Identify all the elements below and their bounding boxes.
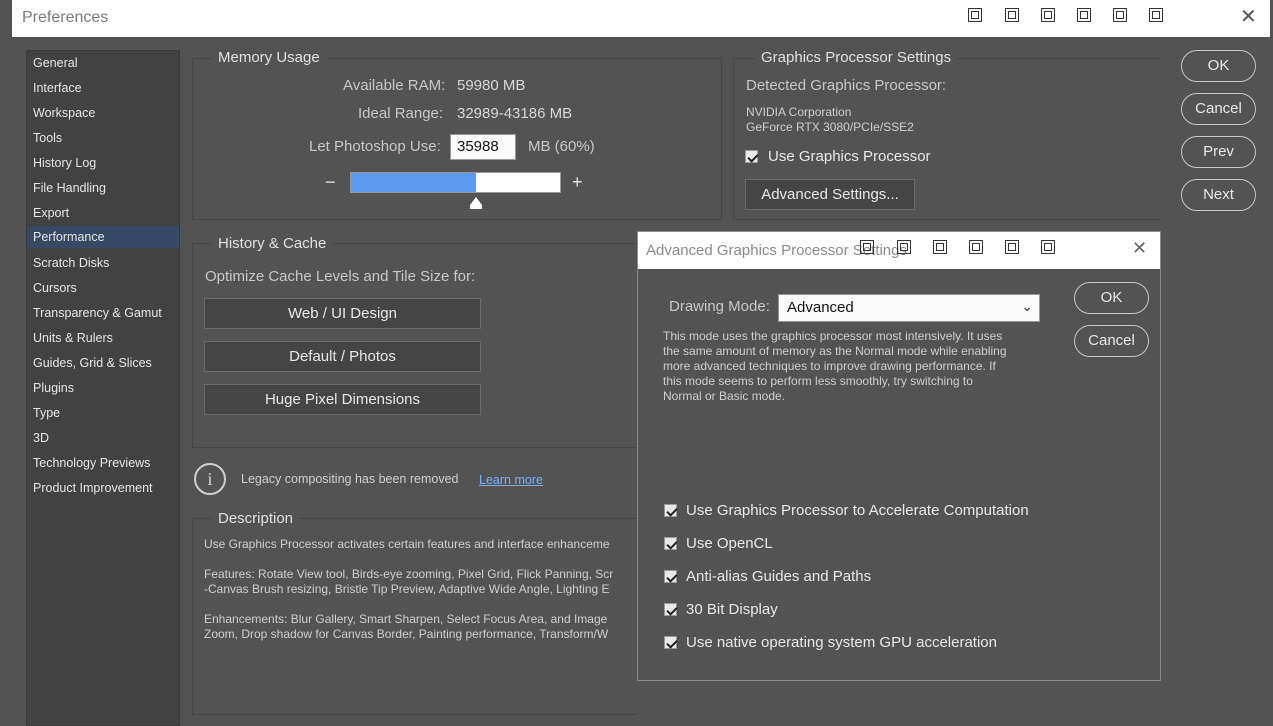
sidebar-item-workspace[interactable]: Workspace: [27, 102, 179, 124]
advanced-dialog-title-bar: Advanced Graphics Processor Settings ✕: [638, 232, 1160, 269]
description-line: Zoom, Drop shadow for Canvas Border, Pai…: [204, 627, 609, 641]
description-title: Description: [212, 510, 300, 527]
memory-usage-title: Memory Usage: [212, 49, 326, 66]
drawing-mode-value: Advanced: [787, 299, 854, 316]
default-photos-button[interactable]: Default / Photos: [204, 341, 481, 372]
decrease-memory-button[interactable]: −: [325, 172, 336, 193]
window-icon[interactable]: [1113, 8, 1127, 22]
use-gpu-label: Use Graphics Processor: [768, 148, 931, 165]
ideal-range-label: Ideal Range:: [358, 105, 444, 122]
drawing-mode-select[interactable]: Advanced ⌄: [778, 294, 1040, 322]
chevron-down-icon: ⌄: [1021, 298, 1033, 314]
advanced-settings-button[interactable]: Advanced Settings...: [745, 179, 915, 210]
title-bar: Preferences ✕: [12, 0, 1270, 37]
description-text: Use Graphics Processor activates certain…: [204, 537, 637, 667]
cancel-button[interactable]: Cancel: [1181, 93, 1256, 125]
sidebar-item-cursors[interactable]: Cursors: [27, 277, 179, 299]
info-icon: i: [194, 463, 226, 495]
window-title: Preferences: [22, 9, 109, 26]
use-opencl-label: Use OpenCL: [686, 535, 773, 552]
window-icon[interactable]: [933, 240, 947, 254]
sidebar-item-product-improvement[interactable]: Product Improvement: [27, 477, 179, 499]
memory-slider[interactable]: [350, 172, 561, 193]
sidebar-item-interface[interactable]: Interface: [27, 77, 179, 99]
memory-slider-thumb[interactable]: [470, 197, 482, 205]
description-line: This mode uses the graphics processor mo…: [663, 329, 1003, 343]
window-icon[interactable]: [1149, 8, 1163, 22]
description-line: Enhancements: Blur Gallery, Smart Sharpe…: [204, 612, 608, 626]
learn-more-link[interactable]: Learn more: [479, 473, 543, 487]
sidebar-item-performance[interactable]: Performance: [27, 226, 179, 248]
use-gpu-checkbox[interactable]: [745, 150, 758, 163]
sidebar-item-history-log[interactable]: History Log: [27, 152, 179, 174]
window-icon[interactable]: [897, 240, 911, 254]
web-ui-design-button[interactable]: Web / UI Design: [204, 298, 481, 329]
gpu-model: GeForce RTX 3080/PCIe/SSE2: [746, 120, 914, 134]
memory-use-input[interactable]: 35988: [450, 134, 516, 160]
description-line: more advanced techniques to improve draw…: [663, 359, 996, 373]
history-cache-title: History & Cache: [212, 235, 333, 252]
sidebar-item-3d[interactable]: 3D: [27, 427, 179, 449]
description-line: -Canvas Brush resizing, Bristle Tip Prev…: [204, 582, 610, 596]
advanced-ok-button[interactable]: OK: [1074, 282, 1149, 314]
preferences-sidebar: General Interface Workspace Tools Histor…: [26, 50, 180, 726]
anti-alias-checkbox[interactable]: [664, 570, 677, 583]
30-bit-display-checkbox[interactable]: [664, 603, 677, 616]
ok-button[interactable]: OK: [1181, 50, 1256, 82]
sidebar-item-export[interactable]: Export: [27, 202, 179, 224]
window-icon[interactable]: [1041, 240, 1055, 254]
30-bit-display-label: 30 Bit Display: [686, 601, 778, 618]
sidebar-item-scratch-disks[interactable]: Scratch Disks: [27, 252, 179, 274]
description-line: this mode seems to perform less smoothly…: [663, 374, 973, 388]
legacy-compositing-text: Legacy compositing has been removed: [241, 472, 459, 486]
description-line: Normal or Basic mode.: [663, 389, 786, 403]
photoshop-use-label: Let Photoshop Use:: [309, 138, 441, 155]
increase-memory-button[interactable]: +: [572, 172, 583, 193]
available-ram-label: Available RAM:: [343, 77, 446, 94]
accelerate-computation-label: Use Graphics Processor to Accelerate Com…: [686, 502, 1029, 519]
prev-button[interactable]: Prev: [1181, 136, 1256, 168]
use-opencl-checkbox[interactable]: [664, 537, 677, 550]
close-icon[interactable]: ✕: [1240, 6, 1257, 28]
accelerate-computation-checkbox[interactable]: [664, 504, 677, 517]
window-icon[interactable]: [1077, 8, 1091, 22]
sidebar-item-type[interactable]: Type: [27, 402, 179, 424]
window-icon[interactable]: [860, 240, 874, 254]
huge-pixel-dimensions-button[interactable]: Huge Pixel Dimensions: [204, 384, 481, 415]
memory-use-unit: MB (60%): [528, 138, 595, 155]
detected-gpu-label: Detected Graphics Processor:: [746, 77, 947, 94]
sidebar-item-technology-previews[interactable]: Technology Previews: [27, 452, 179, 474]
next-button[interactable]: Next: [1181, 179, 1256, 211]
sidebar-item-file-handling[interactable]: File Handling: [27, 177, 179, 199]
description-line: Features: Rotate View tool, Birds-eye zo…: [204, 567, 614, 581]
native-gpu-acceleration-checkbox[interactable]: [664, 636, 677, 649]
available-ram-value: 59980 MB: [457, 77, 526, 94]
drawing-mode-label: Drawing Mode:: [669, 298, 770, 315]
advanced-cancel-button[interactable]: Cancel: [1074, 325, 1149, 357]
description-line: the same amount of memory as the Normal …: [663, 344, 1007, 358]
window-icon[interactable]: [1005, 240, 1019, 254]
sidebar-item-plugins[interactable]: Plugins: [27, 377, 179, 399]
optimize-cache-label: Optimize Cache Levels and Tile Size for:: [205, 268, 476, 285]
sidebar-item-guides-grid-slices[interactable]: Guides, Grid & Slices: [27, 352, 179, 374]
description-line: Use Graphics Processor activates certain…: [204, 537, 610, 551]
window-icon[interactable]: [1041, 8, 1055, 22]
ideal-range-value: 32989-43186 MB: [457, 105, 573, 122]
memory-slider-fill: [351, 173, 476, 192]
native-gpu-acceleration-label: Use native operating system GPU accelera…: [686, 634, 997, 651]
sidebar-item-transparency-gamut[interactable]: Transparency & Gamut: [27, 302, 179, 324]
window-icon[interactable]: [969, 240, 983, 254]
gpu-settings-title: Graphics Processor Settings: [755, 49, 958, 66]
advanced-gpu-dialog: Advanced Graphics Processor Settings ✕ D…: [637, 231, 1161, 681]
sidebar-item-tools[interactable]: Tools: [27, 127, 179, 149]
sidebar-item-units-rulers[interactable]: Units & Rulers: [27, 327, 179, 349]
window-icon[interactable]: [968, 8, 982, 22]
gpu-vendor: NVIDIA Corporation: [746, 105, 852, 119]
window-icon[interactable]: [1005, 8, 1019, 22]
anti-alias-label: Anti-alias Guides and Paths: [686, 568, 872, 585]
sidebar-item-general[interactable]: General: [27, 52, 179, 74]
memory-slider-thumb-base: [470, 205, 482, 209]
close-icon[interactable]: ✕: [1132, 238, 1147, 259]
